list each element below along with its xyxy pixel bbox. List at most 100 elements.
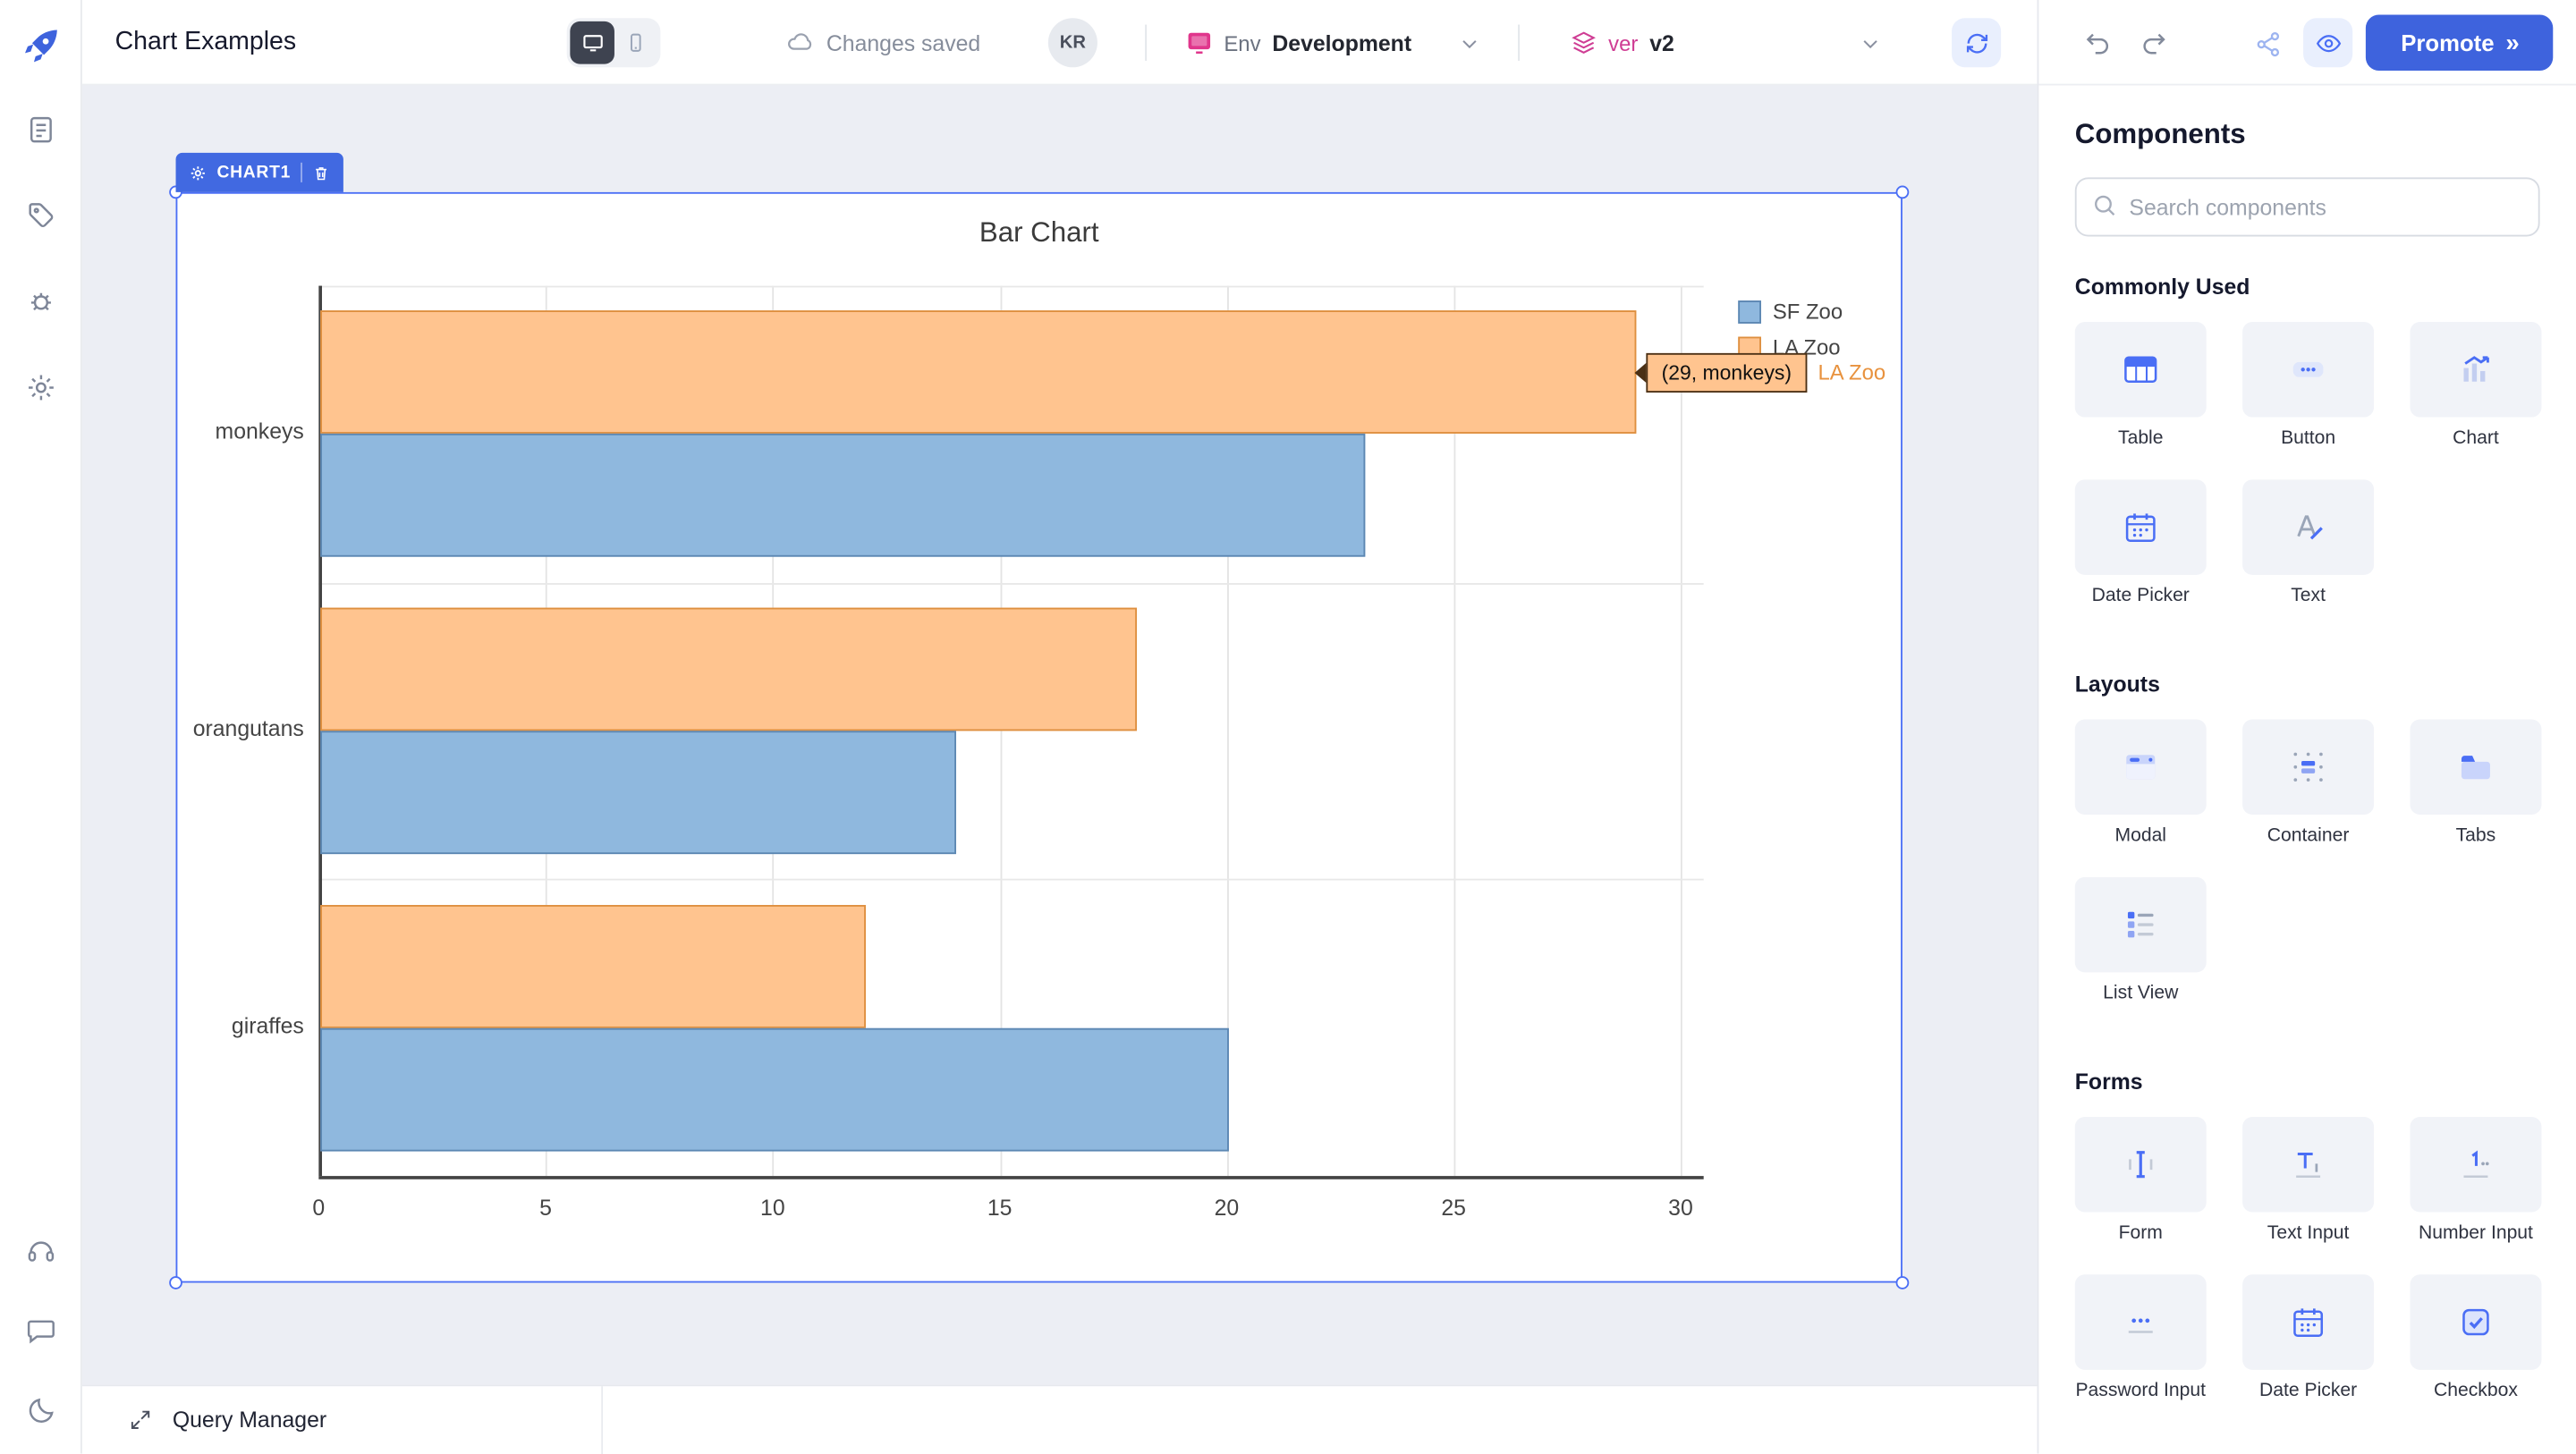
bar-la-zoo-orangutans[interactable] [320, 608, 1138, 731]
share-icon [2254, 30, 2284, 59]
refresh-icon [1962, 29, 1990, 56]
device-toggle [567, 18, 661, 67]
component-grid: FormText InputNumber InputPassword Input… [2075, 1117, 2540, 1401]
legend-item-sf-zoo[interactable]: SF Zoo [1738, 299, 1843, 324]
bug-icon [25, 284, 58, 317]
bar-sf-zoo-monkeys[interactable] [320, 434, 1364, 557]
resize-handle-top-right[interactable] [1896, 186, 1910, 199]
redo-button[interactable] [2132, 23, 2175, 66]
component-label: Container [2267, 826, 2350, 846]
component-sections: Commonly UsedTableButtonChartDate Picker… [2075, 275, 2540, 1401]
cloud-icon [785, 28, 815, 57]
expand-icon[interactable] [128, 1408, 153, 1433]
sidebar-item-theme-toggle[interactable] [0, 1382, 82, 1441]
component-card-table[interactable] [2075, 322, 2207, 418]
sidebar-item-feedback[interactable] [0, 1301, 82, 1360]
component-card-button[interactable] [2242, 322, 2374, 418]
version-selector[interactable]: ver v2 [1571, 0, 1883, 86]
component-label: Text Input [2267, 1223, 2350, 1243]
section-title: Forms [2075, 1069, 2540, 1095]
desktop-view-button[interactable] [570, 21, 614, 64]
divider [1145, 25, 1147, 61]
widget-settings-icon[interactable] [189, 164, 207, 182]
component-card-form[interactable] [2075, 1117, 2207, 1213]
component-card-chart[interactable] [2410, 322, 2541, 418]
divider [601, 1386, 603, 1454]
share-button[interactable] [2248, 23, 2291, 66]
component-card-text[interactable] [2242, 479, 2374, 575]
component-card-password-input[interactable] [2075, 1274, 2207, 1370]
component-card-modal[interactable] [2075, 719, 2207, 815]
widget-delete-icon[interactable] [312, 164, 330, 182]
table-icon [2119, 351, 2162, 387]
component-label: Date Picker [2092, 587, 2190, 606]
component-item-form: Form [2075, 1117, 2207, 1243]
sidebar-item-pages[interactable] [0, 100, 82, 159]
component-item-text-input: Text Input [2242, 1117, 2374, 1243]
tooltip-value: (29, monkeys) [1647, 353, 1807, 393]
refresh-app-button[interactable] [1952, 18, 2001, 67]
sidebar-item-debugger[interactable] [0, 271, 82, 330]
category-label: orangutans [177, 716, 303, 741]
gridline [318, 879, 1703, 881]
component-card-tabs[interactable] [2410, 719, 2541, 815]
legend-label: SF Zoo [1773, 299, 1843, 324]
mobile-view-button[interactable] [614, 21, 657, 64]
app-canvas[interactable]: CHART1 Bar Chart monkeysorangutansgiraff… [82, 86, 2038, 1385]
component-search [2075, 177, 2540, 236]
button-dots-icon [2287, 351, 2330, 387]
bar-la-zoo-monkeys[interactable] [320, 311, 1637, 435]
bar-sf-zoo-giraffes[interactable] [320, 1027, 1228, 1151]
widget-tag[interactable]: CHART1 [176, 153, 343, 192]
bar-la-zoo-giraffes[interactable] [320, 904, 865, 1027]
checkbox-icon [2456, 1304, 2496, 1340]
resize-handle-bottom-right[interactable] [1896, 1276, 1910, 1289]
component-card-date-picker[interactable] [2242, 1274, 2374, 1370]
panel-section: FormsFormText InputNumber InputPassword … [2075, 1069, 2540, 1401]
components-panel: Components Commonly UsedTableButtonChart… [2038, 86, 2576, 1454]
component-item-tabs: Tabs [2410, 719, 2541, 845]
sidebar-item-settings[interactable] [0, 358, 82, 417]
component-item-container: Container [2242, 719, 2374, 845]
component-card-list-view[interactable] [2075, 877, 2207, 973]
text-icon [2289, 509, 2328, 545]
sidebar-item-support[interactable] [0, 1222, 82, 1281]
version-label: ver [1608, 30, 1638, 55]
preview-button[interactable] [2303, 18, 2352, 67]
component-card-text-input[interactable] [2242, 1117, 2374, 1213]
app-logo[interactable] [0, 16, 82, 75]
app-title: Chart Examples [115, 0, 297, 86]
component-card-number-input[interactable] [2410, 1117, 2541, 1213]
section-title: Layouts [2075, 672, 2540, 697]
search-components-input[interactable] [2075, 177, 2540, 236]
component-label: Form [2119, 1223, 2163, 1243]
env-value: Development [1272, 30, 1411, 55]
component-item-date-picker: Date Picker [2075, 479, 2207, 605]
x-tick-label: 0 [286, 1196, 352, 1221]
chart-widget[interactable]: Bar Chart monkeysorangutansgiraffes05101… [176, 192, 1902, 1283]
list-view-icon [2121, 907, 2160, 943]
eye-icon [2314, 29, 2342, 56]
version-value: v2 [1649, 30, 1674, 55]
panel-section: LayoutsModalContainerTabsList View [2075, 672, 2540, 1003]
user-avatar[interactable]: KR [1048, 18, 1097, 67]
x-tick-label: 10 [740, 1196, 805, 1221]
query-manager-bar[interactable]: Query Manager [82, 1384, 2038, 1453]
x-tick-label: 30 [1648, 1196, 1713, 1221]
component-card-date-picker[interactable] [2075, 479, 2207, 575]
x-tick-label: 15 [967, 1196, 1032, 1221]
resize-handle-bottom-left[interactable] [169, 1276, 182, 1289]
sidebar-item-tags[interactable] [0, 186, 82, 245]
component-card-container[interactable] [2242, 719, 2374, 815]
undo-button[interactable] [2077, 23, 2120, 66]
component-label: Date Picker [2259, 1382, 2357, 1401]
environment-selector[interactable]: Env Development [1186, 0, 1482, 86]
component-grid: ModalContainerTabsList View [2075, 719, 2540, 1003]
tag-icon [25, 199, 58, 232]
component-card-checkbox[interactable] [2410, 1274, 2541, 1370]
tabs-icon [2454, 749, 2497, 785]
app-window: Chart Examples Changes saved KR Env Deve… [0, 0, 2576, 1454]
promote-button[interactable]: Promote » [2366, 15, 2553, 71]
calendar-icon [2289, 1304, 2328, 1340]
bar-sf-zoo-orangutans[interactable] [320, 731, 956, 854]
